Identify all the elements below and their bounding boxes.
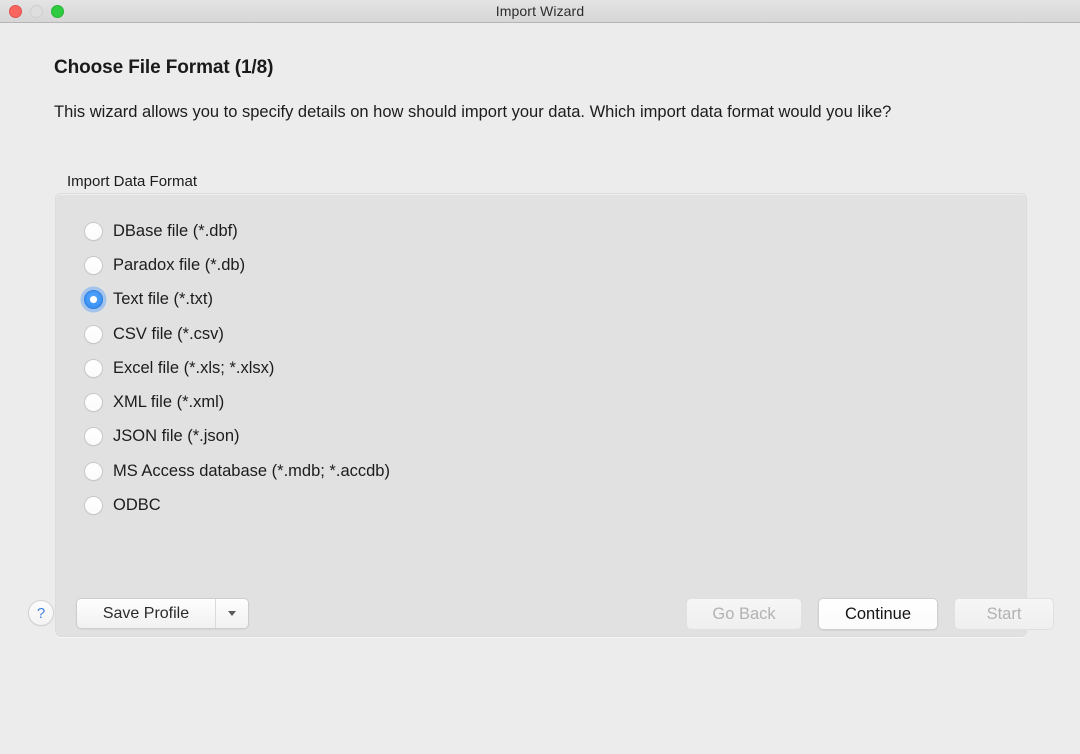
radio-option-dbase[interactable]: DBase file (*.dbf) bbox=[84, 214, 1012, 248]
radio-label: Text file (*.txt) bbox=[113, 290, 213, 309]
radio-icon[interactable] bbox=[84, 393, 103, 412]
radio-label: ODBC bbox=[113, 496, 161, 515]
radio-icon[interactable] bbox=[84, 496, 103, 515]
go-back-button[interactable]: Go Back bbox=[686, 598, 802, 630]
continue-button[interactable]: Continue bbox=[818, 598, 938, 630]
radio-label: Excel file (*.xls; *.xlsx) bbox=[113, 359, 274, 378]
help-button[interactable]: ? bbox=[28, 600, 54, 626]
import-data-format-groupbox: DBase file (*.dbf) Paradox file (*.db) T… bbox=[55, 193, 1027, 637]
wizard-navigation: Go Back Continue Start bbox=[686, 598, 1054, 630]
radio-option-excel[interactable]: Excel file (*.xls; *.xlsx) bbox=[84, 351, 1012, 385]
save-profile-split-button[interactable]: Save Profile bbox=[76, 598, 249, 629]
save-profile-dropdown-button[interactable] bbox=[216, 599, 248, 628]
radio-label: Paradox file (*.db) bbox=[113, 256, 245, 275]
radio-icon-selected[interactable] bbox=[84, 290, 103, 309]
radio-option-csv[interactable]: CSV file (*.csv) bbox=[84, 317, 1012, 351]
import-wizard-window: Import Wizard Choose File Format (1/8) T… bbox=[0, 0, 1080, 754]
close-window-button[interactable] bbox=[9, 5, 22, 18]
radio-option-odbc[interactable]: ODBC bbox=[84, 488, 1012, 522]
chevron-down-icon bbox=[228, 611, 236, 616]
start-button[interactable]: Start bbox=[954, 598, 1054, 630]
page-title: Choose File Format (1/8) bbox=[54, 57, 273, 79]
zoom-window-button[interactable] bbox=[51, 5, 64, 18]
import-data-format-label: Import Data Format bbox=[67, 173, 197, 190]
radio-icon[interactable] bbox=[84, 427, 103, 446]
radio-icon[interactable] bbox=[84, 256, 103, 275]
radio-option-paradox[interactable]: Paradox file (*.db) bbox=[84, 248, 1012, 282]
radio-option-json[interactable]: JSON file (*.json) bbox=[84, 420, 1012, 454]
window-controls bbox=[9, 0, 64, 23]
radio-label: XML file (*.xml) bbox=[113, 393, 224, 412]
radio-icon[interactable] bbox=[84, 359, 103, 378]
radio-label: MS Access database (*.mdb; *.accdb) bbox=[113, 462, 390, 481]
save-profile-button[interactable]: Save Profile bbox=[77, 599, 216, 628]
window-title: Import Wizard bbox=[0, 0, 1080, 23]
radio-option-text[interactable]: Text file (*.txt) bbox=[84, 283, 1012, 317]
radio-icon[interactable] bbox=[84, 222, 103, 241]
radio-option-ms-access[interactable]: MS Access database (*.mdb; *.accdb) bbox=[84, 454, 1012, 488]
radio-label: DBase file (*.dbf) bbox=[113, 222, 238, 241]
file-format-radio-group[interactable]: DBase file (*.dbf) Paradox file (*.db) T… bbox=[84, 214, 1012, 523]
radio-label: JSON file (*.json) bbox=[113, 427, 240, 446]
wizard-content: Choose File Format (1/8) This wizard all… bbox=[0, 23, 1080, 754]
window-titlebar: Import Wizard bbox=[0, 0, 1080, 23]
radio-option-xml[interactable]: XML file (*.xml) bbox=[84, 385, 1012, 419]
radio-icon[interactable] bbox=[84, 462, 103, 481]
radio-label: CSV file (*.csv) bbox=[113, 325, 224, 344]
radio-icon[interactable] bbox=[84, 325, 103, 344]
page-description: This wizard allows you to specify detail… bbox=[54, 101, 1022, 124]
minimize-window-button[interactable] bbox=[30, 5, 43, 18]
